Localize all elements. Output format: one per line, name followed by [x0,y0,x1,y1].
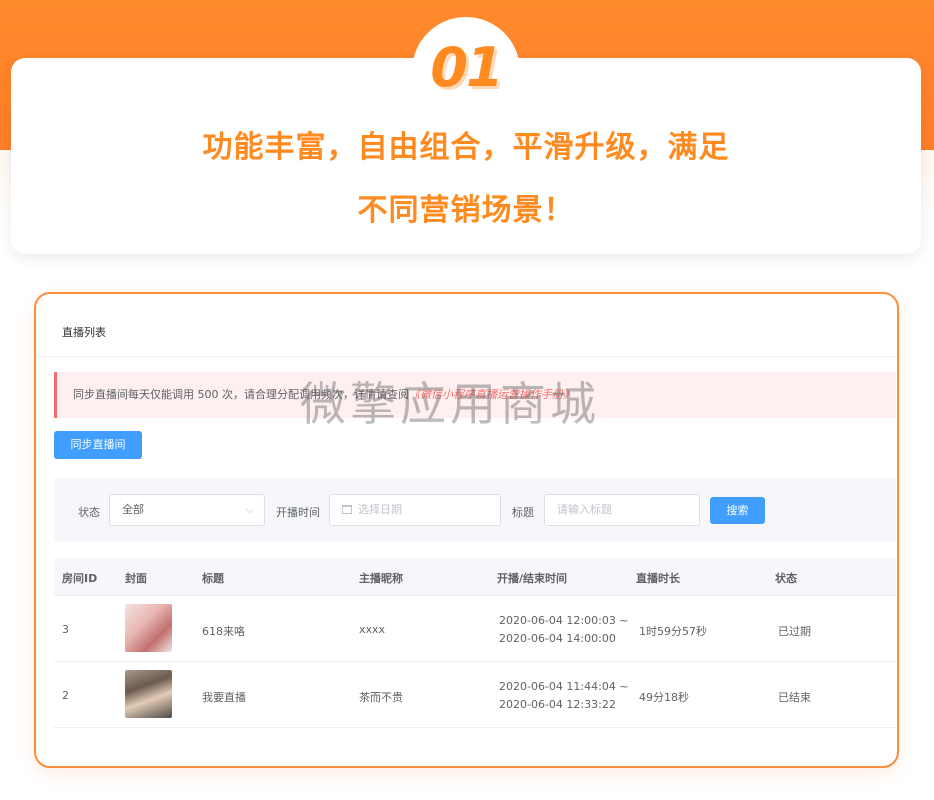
status-select[interactable]: 全部 ⌵ [109,494,265,526]
room-id: 3 [62,623,69,636]
header-room-id: 房间ID [62,572,98,585]
room-id: 2 [62,689,69,702]
live-duration: 49分18秒 [639,691,689,704]
live-list-panel: 直播列表 同步直播间每天仅能调用 500 次，请合理分配调用频次，详情请查阅《微… [34,292,899,768]
headline-line-2: 不同营销场景！ [357,193,575,228]
table-header: 房间ID 封面 标题 主播昵称 开播/结束时间 直播时长 状态 [54,558,896,596]
date-picker-input[interactable]: 选择日期 [329,494,501,526]
title-search-input[interactable]: 请输入标题 [544,494,700,526]
room-title: 我要直播 [202,691,246,704]
room-status: 已过期 [778,625,811,638]
search-button[interactable]: 搜索 [710,497,765,524]
title-filter-label: 标题 [512,506,534,519]
anchor-name: 茶而不贵 [359,691,403,704]
watermark-text: 微擎应用商城 [300,377,600,431]
end-time: 2020-06-04 12:33:22 [499,698,616,711]
anchor-name: xxxx [359,623,386,636]
sync-live-rooms-button[interactable]: 同步直播间 [54,431,142,459]
header-duration: 直播时长 [636,572,680,585]
chevron-down-icon: ⌵ [245,503,254,516]
date-placeholder: 选择日期 [358,503,402,516]
step-badge-number: 01 [430,36,503,99]
table-row[interactable]: 3 618来咯 xxxx 2020-06-04 12:00:03 ~ 2020-… [54,596,896,662]
start-time: 2020-06-04 12:00:03 ~ [499,614,629,627]
header-status: 状态 [775,572,797,585]
room-title: 618来咯 [202,625,245,638]
live-time: 2020-06-04 11:44:04 ~ 2020-06-04 12:33:2… [499,678,629,714]
cover-image [125,604,172,652]
header-cover: 封面 [125,572,147,585]
filter-bar: 状态 全部 ⌵ 开播时间 选择日期 标题 请输入标题 搜索 [54,478,896,542]
panel-title: 直播列表 [62,326,106,339]
live-duration: 1时59分57秒 [639,625,707,638]
end-time: 2020-06-04 14:00:00 [499,632,616,645]
status-filter-label: 状态 [78,506,100,519]
live-room-table: 房间ID 封面 标题 主播昵称 开播/结束时间 直播时长 状态 3 618来咯 … [54,558,896,728]
header-anchor: 主播昵称 [359,572,403,585]
table-row[interactable]: 2 我要直播 茶而不贵 2020-06-04 11:44:04 ~ 2020-0… [54,662,896,728]
calendar-icon [342,504,352,514]
panel-divider [36,356,897,357]
title-placeholder: 请输入标题 [557,503,612,516]
cover-image [125,670,172,718]
room-status: 已结束 [778,691,811,704]
live-time: 2020-06-04 12:00:03 ~ 2020-06-04 14:00:0… [499,612,629,648]
start-time: 2020-06-04 11:44:04 ~ [499,680,629,693]
start-time-label: 开播时间 [276,506,320,519]
headline-line-1: 功能丰富，自由组合，平滑升级，满足 [202,130,730,165]
status-select-value: 全部 [122,503,144,516]
header-time: 开播/结束时间 [497,572,568,585]
header-title: 标题 [202,572,224,585]
